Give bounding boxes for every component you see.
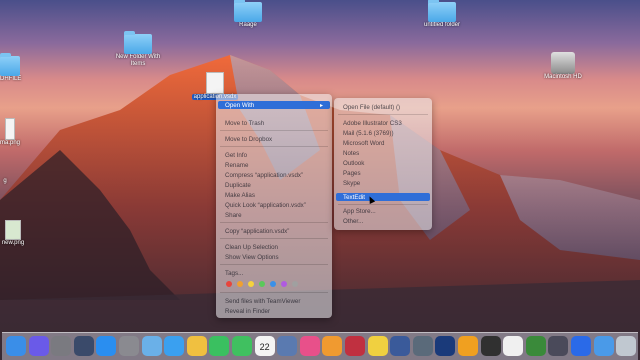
folder-label: DHFILE bbox=[0, 76, 22, 82]
submenu-item-illustrator[interactable]: Adobe Illustrator CS3 bbox=[343, 120, 402, 127]
folder-label: untitled folder bbox=[423, 22, 461, 28]
folder-icon bbox=[428, 0, 456, 22]
menu-item-make-alias[interactable]: Make Alias bbox=[225, 192, 255, 199]
menu-separator bbox=[220, 238, 328, 239]
preview-icon[interactable] bbox=[141, 336, 162, 356]
menu-item-open-with[interactable]: Open With bbox=[225, 102, 254, 109]
menu-item-duplicate[interactable]: Duplicate bbox=[225, 182, 251, 189]
menu-item-send-teamviewer[interactable]: Send files with TeamViewer bbox=[225, 298, 300, 305]
itunes-icon[interactable] bbox=[299, 336, 320, 356]
app-store-icon[interactable] bbox=[96, 336, 117, 356]
folder-icon bbox=[0, 53, 20, 76]
tag-color-2[interactable] bbox=[237, 281, 243, 287]
submenu-item-mail[interactable]: Mail (5.1.6 (3769)) bbox=[343, 130, 394, 137]
menu-separator bbox=[338, 114, 428, 115]
open-with-submenu: Open File (default) () Adobe Illustrator… bbox=[334, 98, 432, 230]
menu-item-move-to-dropbox[interactable]: Move to Dropbox bbox=[225, 136, 272, 143]
menu-separator bbox=[338, 204, 428, 205]
pages-icon[interactable] bbox=[458, 336, 478, 356]
desktop: Raage untitled folder New Folder With It… bbox=[0, 0, 640, 360]
folder-icon bbox=[234, 0, 262, 22]
menu-item-move-to-trash[interactable]: Move to Trash bbox=[225, 120, 264, 127]
siri-icon[interactable] bbox=[28, 336, 49, 356]
chrome-icon[interactable] bbox=[503, 336, 524, 356]
menu-separator bbox=[220, 264, 328, 265]
menu-separator bbox=[220, 222, 328, 223]
file-label: new.png bbox=[1, 240, 25, 246]
tag-color-4[interactable] bbox=[259, 281, 265, 287]
tag-color-7[interactable] bbox=[292, 281, 298, 287]
terminal-icon[interactable] bbox=[480, 336, 501, 356]
tag-color-6[interactable] bbox=[281, 281, 287, 287]
facetime-icon[interactable] bbox=[209, 336, 230, 356]
macintosh-hd[interactable]: Macintosh HD bbox=[538, 52, 588, 81]
menu-item-clean-up-selection[interactable]: Clean Up Selection bbox=[225, 244, 278, 251]
folder-untitled[interactable]: untitled folder bbox=[414, 0, 470, 29]
teamviewer-icon[interactable] bbox=[571, 336, 591, 356]
submenu-item-other[interactable]: Other... bbox=[343, 218, 363, 225]
hard-drive-icon bbox=[551, 52, 575, 74]
messages-icon[interactable] bbox=[232, 336, 252, 356]
folder-label: New Folder With Items bbox=[115, 54, 161, 67]
menu-separator bbox=[220, 146, 328, 147]
submenu-item-notes[interactable]: Notes bbox=[343, 150, 359, 157]
tag-color-5[interactable] bbox=[270, 281, 276, 287]
folder-dhfile[interactable]: DHFILE bbox=[0, 53, 22, 83]
submenu-item-pages[interactable]: Pages bbox=[343, 170, 361, 177]
file-new-png[interactable]: new.png bbox=[0, 220, 26, 247]
safari-icon[interactable] bbox=[164, 336, 185, 356]
image-file-icon bbox=[5, 118, 15, 140]
ibooks-icon[interactable] bbox=[322, 336, 343, 356]
folder-new-with-items[interactable]: New Folder With Items bbox=[110, 31, 166, 68]
menu-separator bbox=[220, 130, 328, 131]
finder-icon[interactable] bbox=[6, 336, 26, 356]
folder-raage[interactable]: Raage bbox=[226, 0, 270, 29]
menu-separator bbox=[220, 292, 328, 293]
menu-item-rename[interactable]: Rename bbox=[225, 162, 248, 169]
menu-item-copy[interactable]: Copy “application.vsdx” bbox=[225, 228, 289, 235]
drive-label: Macintosh HD bbox=[544, 74, 582, 80]
folder-icon bbox=[124, 31, 152, 54]
image-file-icon bbox=[5, 220, 21, 240]
notes-icon[interactable] bbox=[367, 336, 388, 356]
menu-item-get-info[interactable]: Get Info bbox=[225, 152, 247, 159]
submenu-item-open-file-default[interactable]: Open File (default) () bbox=[343, 104, 400, 111]
file-label: g bbox=[3, 178, 7, 184]
file-ma-png[interactable]: ma.png bbox=[0, 118, 20, 147]
photoshop-icon[interactable] bbox=[435, 336, 456, 356]
calendar-icon[interactable]: 22 bbox=[254, 336, 275, 356]
system-preferences-icon[interactable] bbox=[119, 336, 139, 356]
photo-booth-icon[interactable] bbox=[345, 336, 365, 356]
submenu-item-skype[interactable]: Skype bbox=[343, 180, 360, 187]
menu-item-quick-look[interactable]: Quick Look “application.vsdx” bbox=[225, 202, 306, 209]
tag-color-3[interactable] bbox=[248, 281, 254, 287]
launchpad-icon[interactable] bbox=[51, 336, 72, 356]
menu-item-reveal-in-finder[interactable]: Reveal in Finder bbox=[225, 308, 270, 315]
downloads-icon[interactable] bbox=[593, 336, 614, 356]
mission-control-icon[interactable] bbox=[73, 336, 94, 356]
menu-item-show-view-options[interactable]: Show View Options bbox=[225, 254, 279, 261]
submenu-item-app-store[interactable]: App Store... bbox=[343, 208, 376, 215]
submenu-item-textedit[interactable]: TextEdit bbox=[343, 194, 365, 201]
submenu-item-outlook[interactable]: Outlook bbox=[343, 160, 364, 167]
menu-item-share[interactable]: Share bbox=[225, 212, 242, 219]
trash-icon[interactable] bbox=[616, 336, 637, 356]
time-machine-icon[interactable] bbox=[412, 336, 433, 356]
keynote-icon[interactable] bbox=[277, 336, 298, 356]
submenu-arrow-icon: ▸ bbox=[320, 102, 324, 109]
finalcut-icon[interactable] bbox=[548, 336, 569, 356]
photos-icon[interactable] bbox=[186, 336, 207, 356]
file-label: ma.png bbox=[0, 140, 21, 146]
tag-color-1[interactable] bbox=[226, 281, 232, 287]
context-menu: Open With ▸ Move to Trash Move to Dropbo… bbox=[216, 94, 332, 318]
submenu-item-word[interactable]: Microsoft Word bbox=[343, 140, 385, 147]
lightroom-icon[interactable] bbox=[390, 336, 411, 356]
camtasia-icon[interactable] bbox=[525, 336, 546, 356]
menu-item-tags[interactable]: Tags... bbox=[225, 270, 243, 277]
dock: 22 bbox=[2, 332, 638, 360]
file-g[interactable]: g bbox=[0, 178, 10, 185]
folder-label: Raage bbox=[239, 22, 257, 28]
menu-item-compress[interactable]: Compress “application.vsdx” bbox=[225, 172, 303, 179]
document-icon bbox=[206, 72, 224, 94]
